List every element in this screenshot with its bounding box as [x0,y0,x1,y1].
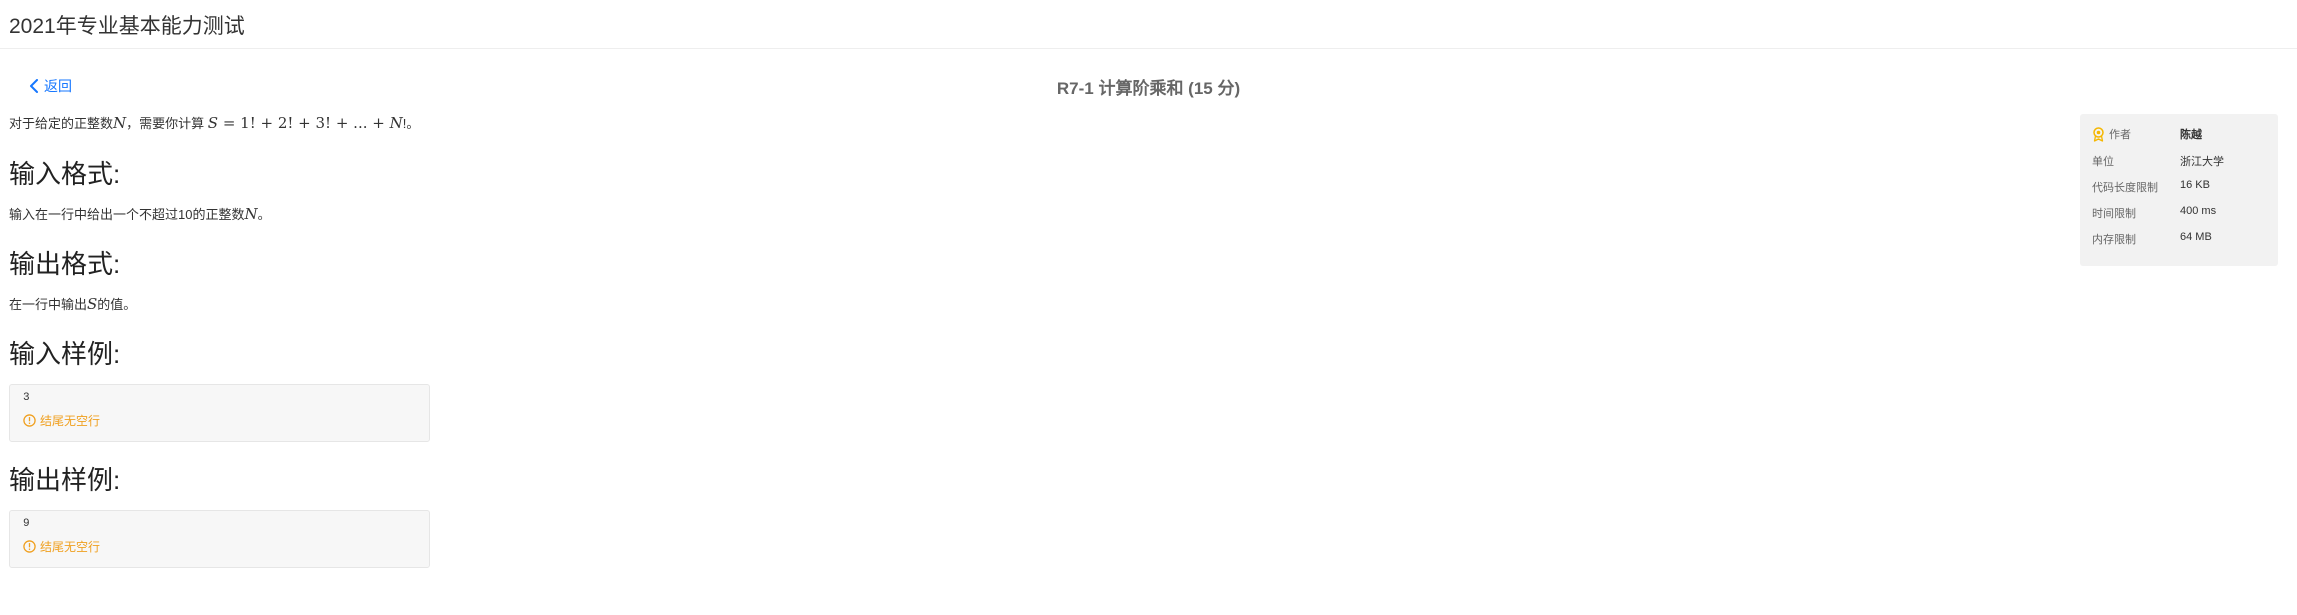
formula-s: S [207,114,219,132]
info-author-label: 作者 [2109,129,2131,141]
problem-title: R7-1 计算阶乘和 (15 分) [1056,79,1241,98]
info-author: 作者 陈越 [2092,126,2272,144]
problem-info-panel: 作者 陈越 单位 浙江大学 代码长度限制 16 KB 时间限制 400 ms 内… [2080,114,2278,266]
output-format-heading: 输出格式: [9,249,121,279]
output-sample-heading: 输出样例: [9,465,121,495]
award-icon [2093,126,2104,142]
info-memory-limit-label: 内存限制 [2092,234,2136,246]
warning-circle-icon [23,414,36,427]
var-n: N [113,114,127,132]
info-unit: 单位 浙江大学 [2092,153,2272,171]
input-sample-box[interactable]: 3 结尾无空行 [9,384,430,442]
info-unit-label: 单位 [2092,156,2114,168]
info-time-limit: 时间限制 400 ms [2092,205,2272,223]
info-code-limit-value: 16 KB [2180,179,2210,191]
input-sample-heading: 输入样例: [9,339,121,369]
output-sample-box[interactable]: 9 结尾无空行 [9,510,430,568]
info-memory-limit-value: 64 MB [2180,231,2212,243]
info-unit-value: 浙江大学 [2180,156,2224,168]
info-author-value[interactable]: 陈越 [2180,126,2202,142]
exam-title: 2021年专业基本能力测试 [9,15,245,38]
warning-circle-icon [23,540,36,553]
info-time-limit-label: 时间限制 [2092,208,2136,220]
output-sample-note: 结尾无空行 [23,538,100,555]
info-code-limit: 代码长度限制 16 KB [2092,179,2272,197]
input-sample-note: 结尾无空行 [23,412,100,429]
problem-description: 对于给定的正整数N，需要你计算 S = 1! + 2! + 3! + ... +… [9,114,420,132]
formula-n: N [389,114,403,132]
output-sample-value: 9 [23,518,30,530]
info-memory-limit: 内存限制 64 MB [2092,231,2272,249]
output-format-text: 在一行中输出S的值。 [9,295,137,313]
formula-sum: = 1! + 2! + 3! + ... + [218,114,390,132]
info-time-limit-value: 400 ms [2180,205,2217,217]
info-code-limit-label: 代码长度限制 [2092,182,2158,194]
page-header: 2021年专业基本能力测试 [0,0,2297,49]
input-format-heading: 输入格式: [9,159,121,189]
input-format-text: 输入在一行中给出一个不超过10的正整数N。 [9,205,271,223]
input-sample-value: 3 [23,392,30,404]
